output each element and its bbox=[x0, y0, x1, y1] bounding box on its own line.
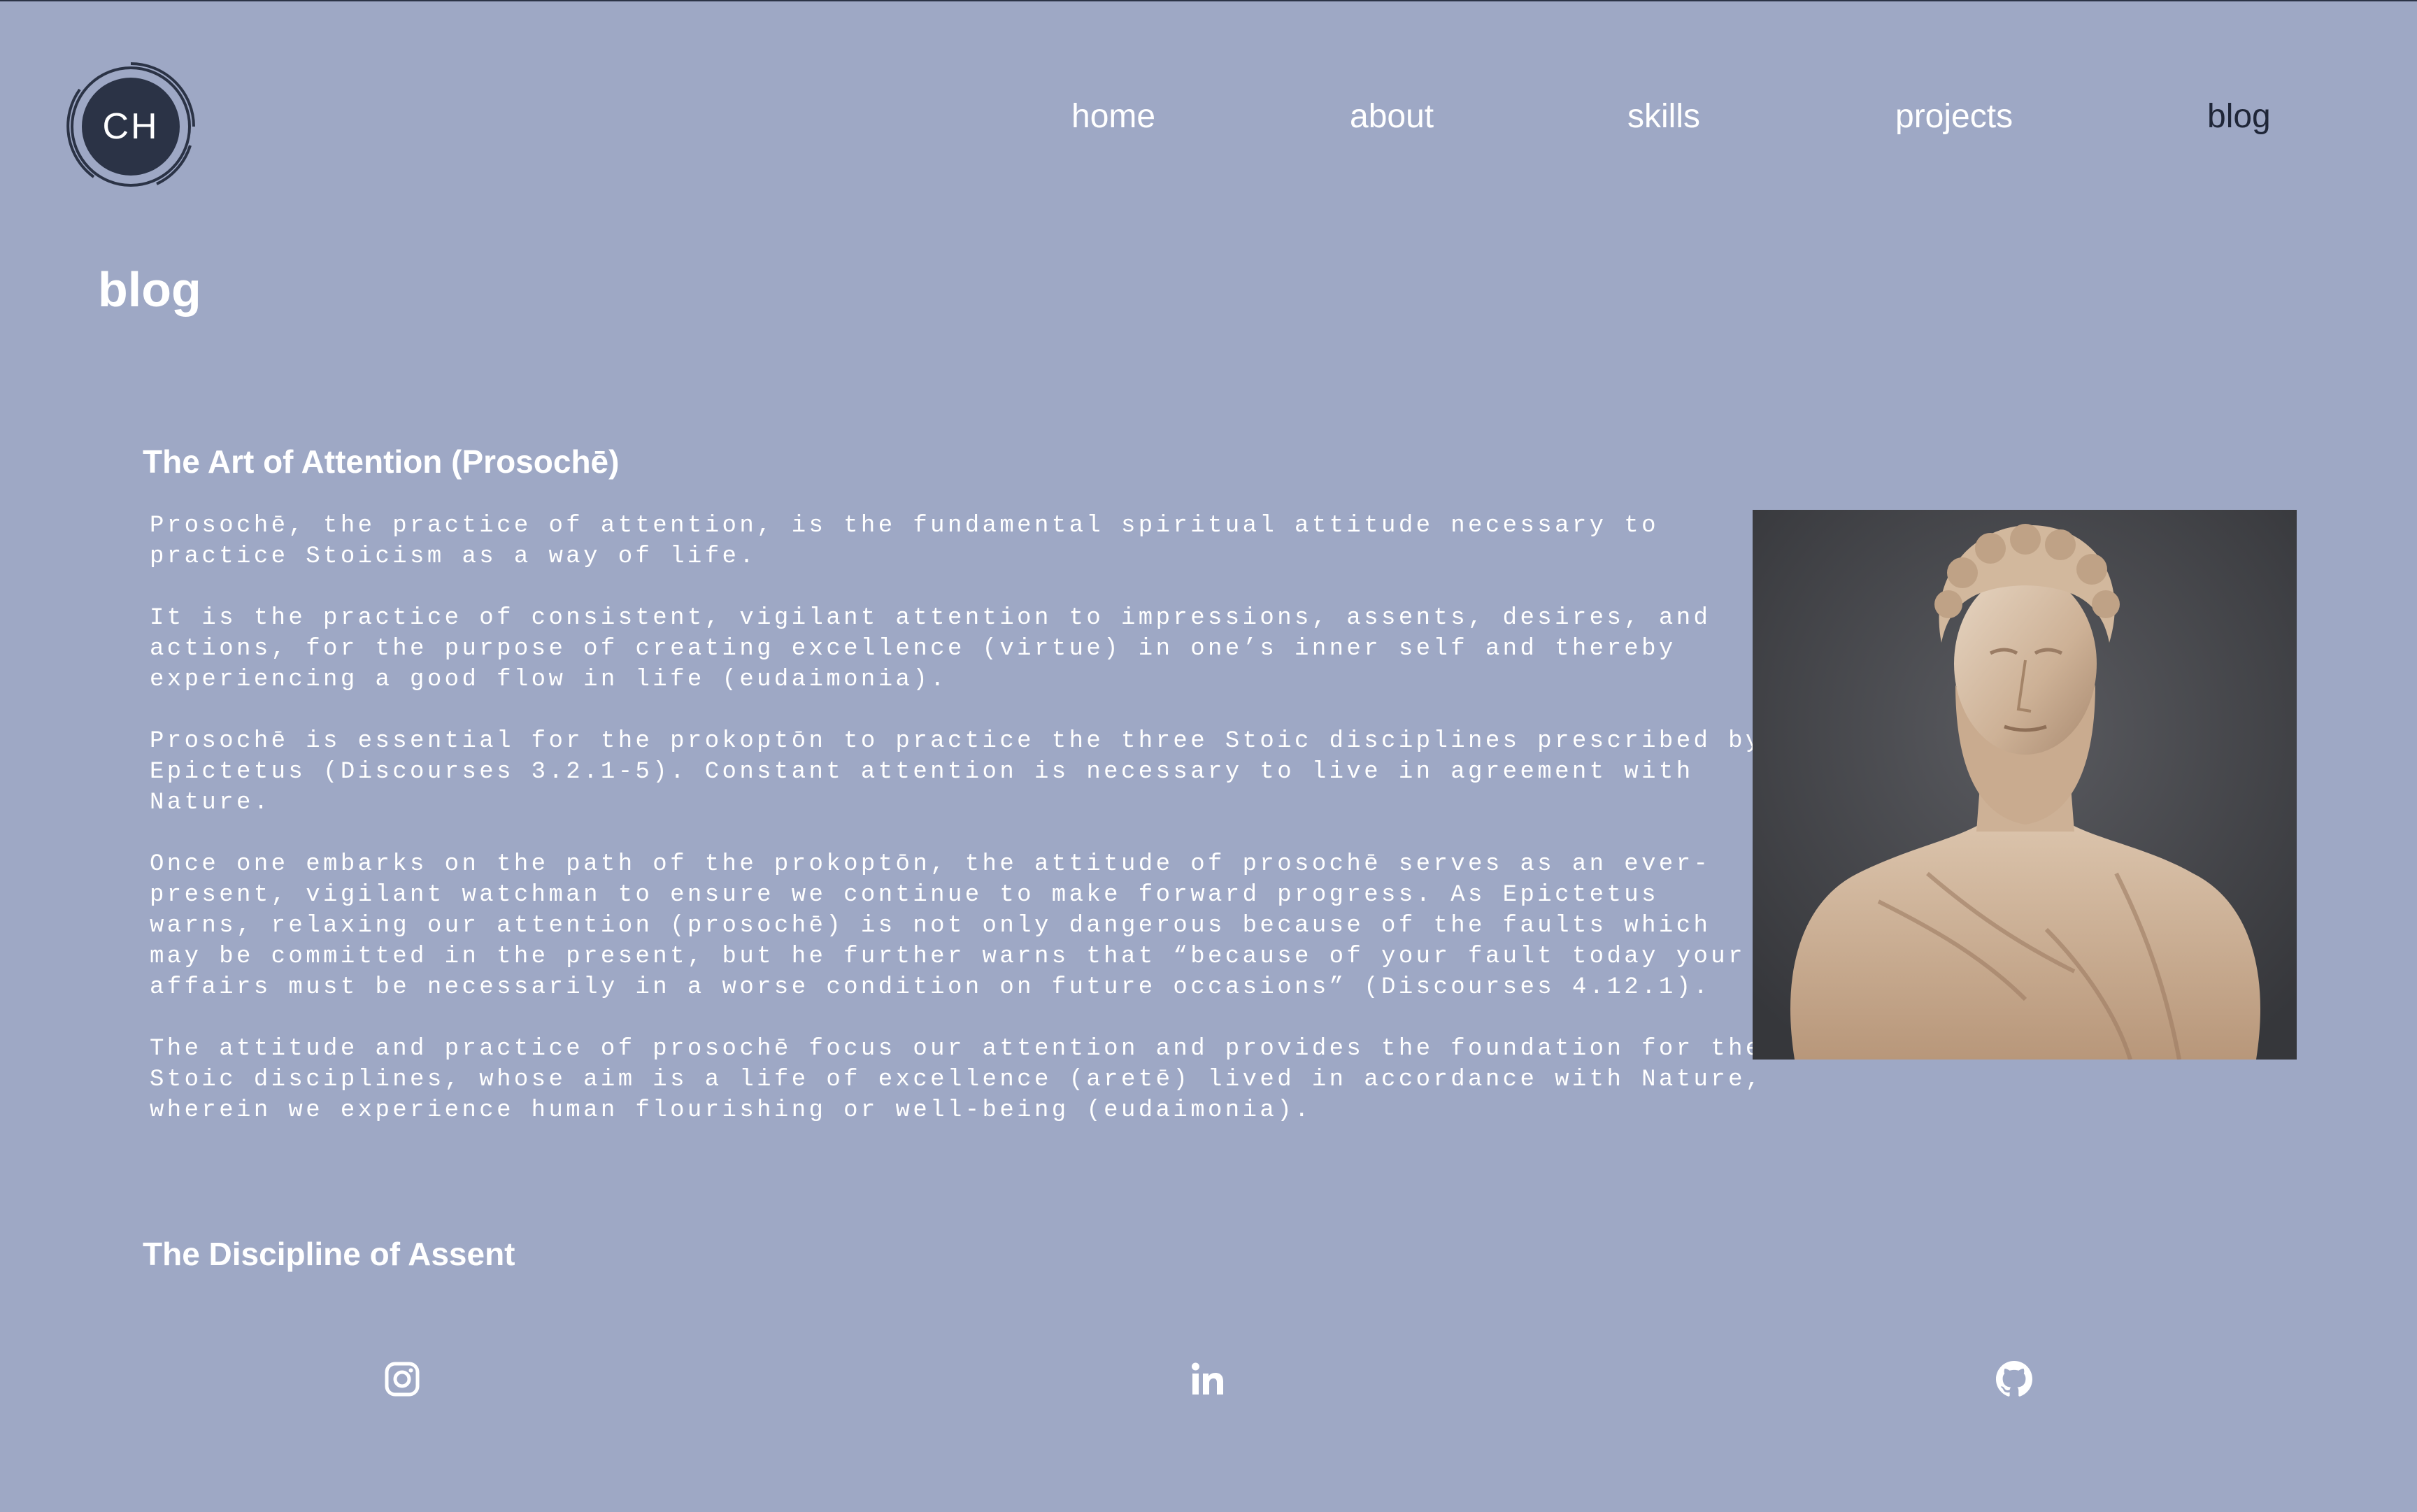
nav-item-home[interactable]: home bbox=[1071, 91, 1155, 143]
post-paragraph: Once one embarks on the path of the prok… bbox=[150, 851, 1746, 1001]
post-title[interactable]: The Discipline of Assent bbox=[143, 1234, 515, 1274]
post-body: Prosochē, the practice of attention, is … bbox=[150, 511, 1765, 1126]
github-icon[interactable] bbox=[1993, 1358, 2035, 1400]
footer bbox=[0, 1358, 2417, 1407]
nav-item-about[interactable]: about bbox=[1350, 91, 1434, 143]
nav-item-projects[interactable]: projects bbox=[1895, 91, 2013, 143]
post-paragraph: The attitude and practice of prosochē fo… bbox=[150, 1036, 1763, 1124]
instagram-icon[interactable] bbox=[381, 1358, 423, 1400]
nav-item-skills[interactable]: skills bbox=[1627, 91, 1700, 143]
post-title[interactable]: The Art of Attention (Prosochē) bbox=[143, 442, 619, 481]
post-paragraph: Prosochē is essential for the prokoptōn … bbox=[150, 728, 1763, 816]
marcus-aurelius-bust-image bbox=[1753, 510, 2297, 1060]
linkedin-icon[interactable] bbox=[1187, 1358, 1229, 1400]
page-title: blog bbox=[98, 262, 201, 317]
bust-illustration bbox=[1753, 510, 2297, 1060]
post-paragraph: It is the practice of consistent, vigila… bbox=[150, 605, 1711, 693]
post-paragraph: Prosochē, the practice of attention, is … bbox=[150, 513, 1659, 570]
nav-item-blog[interactable]: blog bbox=[2207, 91, 2271, 143]
main-nav: home about skills projects blog bbox=[0, 91, 2417, 143]
